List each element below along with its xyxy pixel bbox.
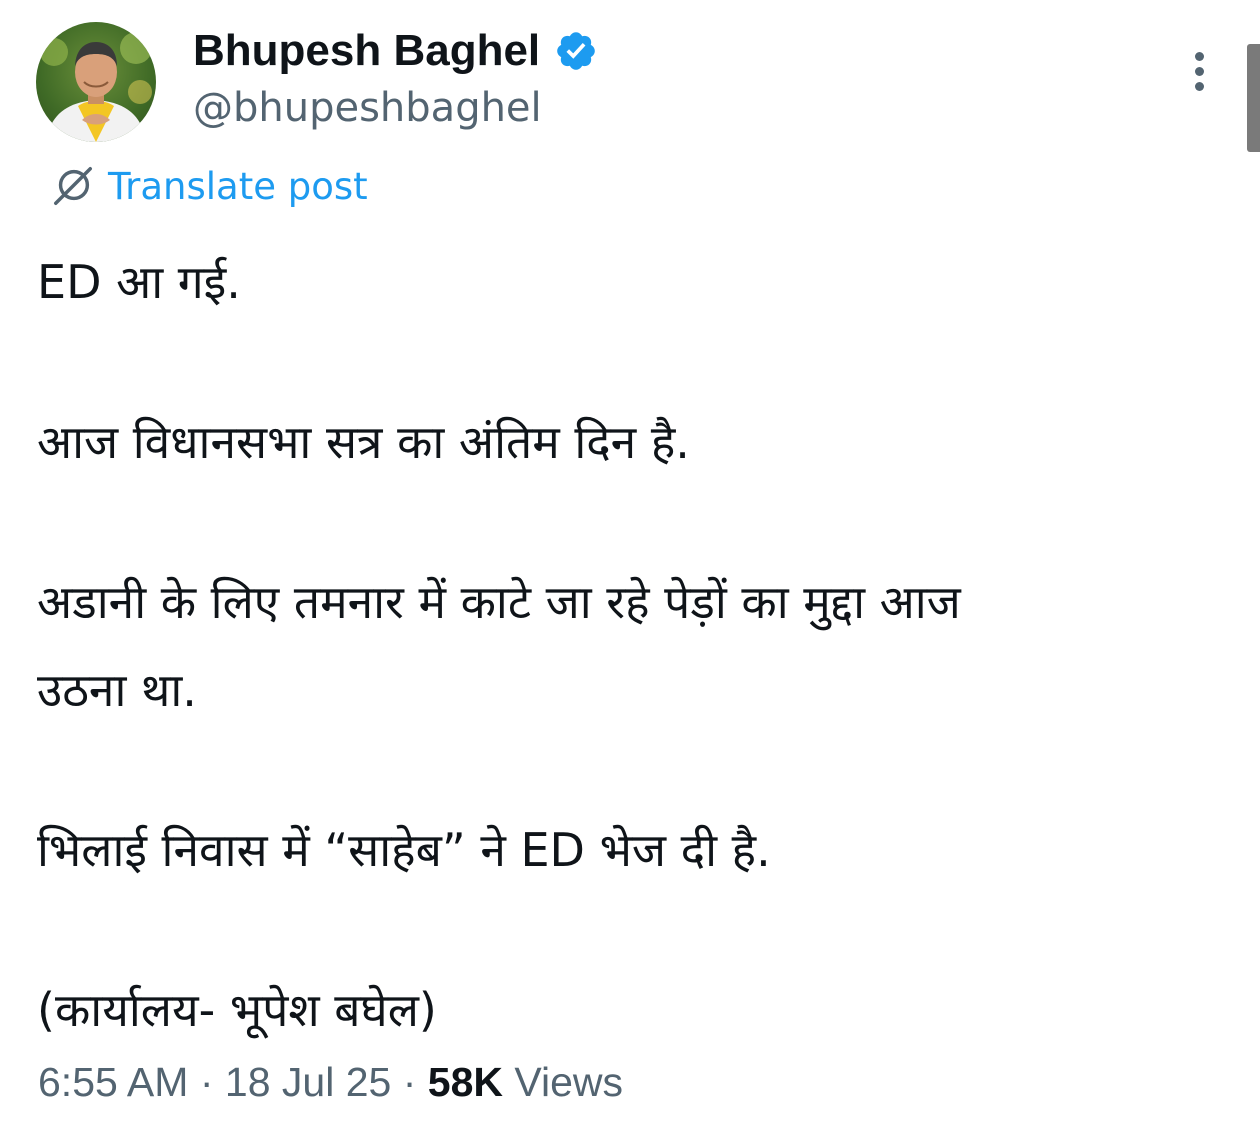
- author-name-row[interactable]: Bhupesh Baghel: [193, 24, 598, 78]
- more-vertical-icon: [1195, 52, 1204, 61]
- more-vertical-icon-dot: [1195, 82, 1204, 91]
- profile-photo: [40, 32, 152, 142]
- tweet-paragraph: भिलाई निवास में “साहेब” ने ED भेज दी है.: [37, 823, 771, 877]
- avatar[interactable]: [36, 22, 156, 142]
- tweet-text: ED आ गई. आज विधानसभा सत्र का अंतिम दिन ह…: [37, 238, 1217, 1054]
- tweet-paragraph: ED आ गई.: [37, 255, 241, 309]
- tweet-paragraph-continued: उठना था.: [37, 663, 197, 717]
- translate-post-button[interactable]: Translate post: [50, 162, 368, 210]
- author-handle[interactable]: @bhupeshbaghel: [193, 84, 542, 132]
- views-count[interactable]: 58K: [428, 1059, 503, 1105]
- tweet-paragraph: अडानी के लिए तमनार में काटे जा रहे पेड़ो…: [37, 575, 961, 629]
- more-options-button[interactable]: [1186, 50, 1214, 94]
- verified-badge-icon: [557, 32, 595, 70]
- tweet-time[interactable]: 6:55 AM: [38, 1059, 188, 1105]
- scrollbar[interactable]: [1247, 44, 1260, 152]
- meta-separator: ·: [402, 1059, 417, 1105]
- translate-post-label: Translate post: [108, 164, 368, 208]
- views-label: Views: [514, 1059, 624, 1105]
- tweet-paragraph: (कार्यालय- भूपेश बघेल): [37, 983, 437, 1037]
- tweet-date[interactable]: 18 Jul 25: [225, 1059, 391, 1105]
- author-display-name[interactable]: Bhupesh Baghel: [193, 24, 540, 78]
- more-vertical-icon-dot: [1195, 67, 1204, 76]
- meta-separator: ·: [199, 1059, 214, 1105]
- tweet-metadata: 6:55 AM · 18 Jul 25 · 58K Views: [38, 1054, 623, 1110]
- translate-globe-icon: [54, 167, 92, 205]
- tweet-paragraph: आज विधानसभा सत्र का अंतिम दिन है.: [37, 415, 690, 469]
